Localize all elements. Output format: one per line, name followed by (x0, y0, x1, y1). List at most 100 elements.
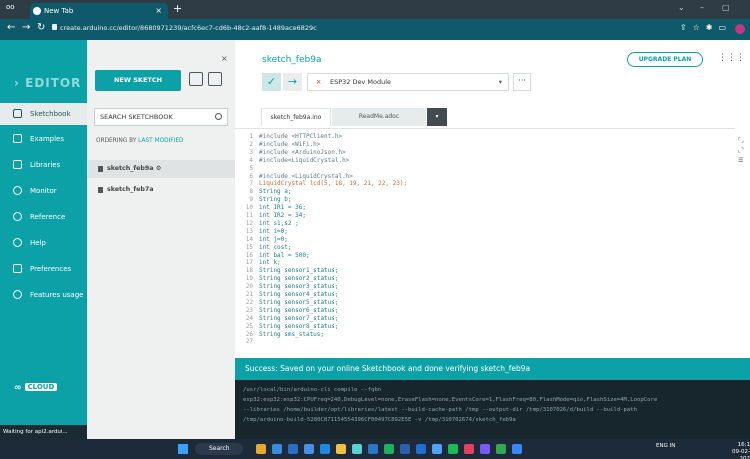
chevron-down-icon[interactable]: ⌄ (678, 3, 685, 12)
browser-tab[interactable]: New Tab × (30, 3, 168, 19)
new-tab-button[interactable]: + (173, 2, 182, 15)
nav-preferences[interactable]: Preferences (0, 258, 87, 280)
verify-button[interactable]: ✓ (262, 73, 281, 91)
line-number: 15 (245, 243, 253, 251)
taskbar-app-icon[interactable] (464, 444, 474, 454)
code-line[interactable]: 26 String sms_status; (235, 331, 324, 338)
code-line[interactable]: 15 int cost; (235, 244, 292, 251)
code-line[interactable]: 17 int k; (235, 259, 281, 266)
taskbar-app-icon[interactable] (496, 444, 506, 454)
tab-sketch-ino[interactable]: sketch_feb9a.ino (261, 108, 331, 126)
browser-menu-label[interactable]: oo (6, 3, 15, 11)
nav-sketchbook[interactable]: Sketchbook (0, 103, 87, 125)
tab-close-icon[interactable]: × (155, 3, 162, 19)
code-line[interactable]: 10 int IR1 = 36; (235, 204, 306, 211)
code-line[interactable]: 8 String a; (235, 188, 291, 195)
taskbar-app-icon[interactable] (320, 444, 330, 454)
code-line[interactable]: 25 String sensor8_status; (235, 323, 339, 330)
taskbar-app-icon[interactable] (336, 444, 346, 454)
taskbar-app-icon[interactable] (448, 444, 458, 454)
collapse-icon[interactable]: ⌞⌝ (738, 146, 744, 156)
code-line[interactable]: 24 String sensor7_status; (235, 315, 339, 322)
url-text[interactable]: create.arduino.cc/editor/8680971239/acfc… (60, 24, 317, 32)
sketch-title[interactable]: sketch_feb9a (262, 55, 321, 65)
more-options-button[interactable]: ··· (513, 73, 531, 91)
code-line[interactable]: 12 int s1,s2 ; (235, 220, 299, 227)
code-editor[interactable]: 1 #include <HTTPClient.h> 2 #include <WiFi.… (235, 128, 735, 358)
ordering-label[interactable]: ORDERING BY LAST MODIFIED (96, 138, 183, 144)
cloud-logo[interactable]: ∞ CLOUD (14, 383, 58, 393)
expand-icon[interactable]: ⌜⌟ (738, 136, 744, 146)
code-line[interactable]: 14 int j=0; (235, 236, 288, 243)
code-line[interactable]: 6 #include <LiquidCrystal.h> (235, 173, 353, 180)
taskbar-app-icon[interactable] (480, 444, 490, 454)
taskbar-clock[interactable]: 16:1 09-02-202 (722, 442, 750, 459)
code-line[interactable]: 4 #include<LiquidCrystal.h> (235, 157, 349, 164)
back-icon[interactable]: ← (7, 22, 15, 33)
code-line[interactable]: 22 String sensor5_status; (235, 299, 339, 306)
taskbar-search[interactable]: Search (195, 443, 243, 455)
code-text: String sensor4_status; (259, 291, 339, 298)
code-line[interactable]: 16 int bal = 500; (235, 252, 310, 259)
code-line[interactable]: 11 int IR2 = 34; (235, 212, 306, 219)
nav-reference[interactable]: Reference (0, 206, 87, 228)
taskbar-app-icon[interactable] (288, 444, 298, 454)
taskbar-app-icon[interactable] (304, 444, 314, 454)
code-line[interactable]: 27 (235, 338, 259, 345)
nav-help[interactable]: Help (0, 232, 87, 254)
import-icon[interactable] (208, 72, 222, 86)
upload-button[interactable]: → (283, 73, 302, 91)
nav-label: Monitor (30, 187, 57, 195)
code-line[interactable]: 13 int i=0; (235, 228, 288, 235)
taskbar-app-icon[interactable] (416, 444, 426, 454)
code-line[interactable]: 7 LiquidCrystal lcd(5, 18, 19, 21, 22, 23… (235, 180, 407, 187)
line-number: 17 (245, 259, 253, 267)
editor-side-controls[interactable]: ⌜⌟ ⌞⌝ ☰ (738, 136, 744, 166)
tab-title: New Tab (44, 7, 74, 15)
board-selector[interactable]: ✕ ESP32 Dev Module ▾ (307, 73, 509, 91)
taskbar-app-icon[interactable] (368, 444, 378, 454)
code-line[interactable]: 3 #include <ArduinoJson.h> (235, 149, 345, 156)
minimize-icon[interactable]: – (700, 3, 704, 12)
extension-icons[interactable]: ⇪☆✱▭ (680, 23, 732, 32)
code-line[interactable]: 19 String sensor2_status; (235, 275, 339, 282)
code-line[interactable]: 9 String b; (235, 196, 291, 203)
upgrade-plan-button[interactable]: UPGRADE PLAN (627, 52, 703, 67)
search-input[interactable]: SEARCH SKETCHBOOK (94, 108, 228, 126)
nav-features-usage[interactable]: Features usage (0, 284, 87, 306)
new-sketch-button[interactable]: NEW SKETCH (95, 70, 181, 91)
output-console[interactable]: /usr/local/bin/arduino-cli compile --fqb… (235, 380, 750, 439)
taskbar-app-icon[interactable] (352, 444, 362, 454)
windows-start-icon[interactable] (178, 444, 188, 454)
taskbar-app-icon[interactable] (384, 444, 394, 454)
taskbar-app-icon[interactable] (272, 444, 282, 454)
tab-readme[interactable]: ReadMe.adoc (332, 108, 426, 126)
code-line[interactable]: 20 String sensor3_status; (235, 283, 339, 290)
gear-icon[interactable]: ⚙ (156, 165, 162, 172)
forward-icon[interactable]: → (22, 22, 30, 33)
code-line[interactable]: 1 #include <HTTPClient.h> (235, 133, 342, 140)
nav-examples[interactable]: Examples (0, 128, 87, 150)
new-folder-icon[interactable] (189, 72, 203, 86)
code-line[interactable]: 23 String sensor6_status; (235, 307, 339, 314)
code-line[interactable]: 5 (235, 165, 259, 172)
restore-icon[interactable]: ▢ (722, 3, 730, 12)
avatar[interactable] (735, 24, 745, 34)
taskbar-language[interactable]: ENG IN (656, 443, 675, 449)
taskbar-app-icon[interactable] (432, 444, 442, 454)
taskbar-app-icon[interactable] (400, 444, 410, 454)
close-icon[interactable]: × (221, 54, 228, 63)
indent-icon[interactable]: ☰ (738, 156, 744, 166)
taskbar-app-icon[interactable] (512, 444, 522, 454)
sketch-item[interactable]: sketch_feb7a (87, 181, 235, 199)
code-line[interactable]: 21 String sensor4_status; (235, 291, 339, 298)
apps-grid-icon[interactable]: ⋮⋮⋮ (718, 53, 745, 63)
taskbar-app-icon[interactable] (256, 444, 266, 454)
nav-libraries[interactable]: Libraries (0, 154, 87, 176)
nav-monitor[interactable]: Monitor (0, 180, 87, 202)
code-line[interactable]: 18 String sensor1_status; (235, 267, 339, 274)
reload-icon[interactable]: ↻ (37, 22, 45, 33)
sketch-item[interactable]: sketch_feb9a ⚙ (87, 160, 235, 178)
tab-menu-button[interactable]: ▾ (427, 108, 447, 126)
code-line[interactable]: 2 #include <WiFi.h> (235, 141, 320, 148)
